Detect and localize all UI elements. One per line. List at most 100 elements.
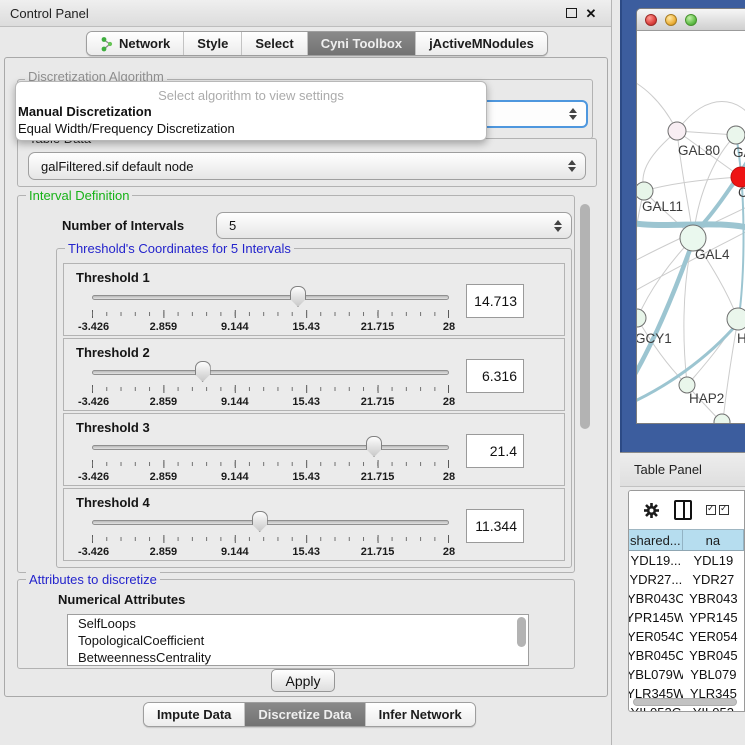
algorithm-dropdown-popup: Select algorithm to view settings Manual…	[15, 81, 487, 141]
slider-track[interactable]	[92, 370, 449, 375]
slider-handle[interactable]	[252, 511, 268, 532]
threshold-3-value-field[interactable]: 21.4	[466, 434, 524, 468]
attributes-groupbox: Attributes to discretize Numerical Attri…	[17, 579, 575, 669]
threshold-4-value-field[interactable]: 11.344	[466, 509, 524, 543]
node-gal80[interactable]	[668, 122, 686, 140]
close-window-icon[interactable]	[645, 14, 657, 26]
network-icon	[100, 36, 114, 52]
network-highlight-edges	[637, 135, 745, 403]
network-canvas[interactable]: GAL80 GA C GAL11 GAL4 GCY1 H HAP2	[637, 31, 745, 424]
slider-handle[interactable]	[290, 286, 306, 307]
column-header-shared-name[interactable]: shared...	[629, 530, 683, 550]
table-row[interactable]: YBR043C YBR043	[629, 589, 744, 608]
tab-discretize-data-label: Discretize Data	[258, 707, 351, 722]
list-vertical-scrollbar[interactable]	[517, 617, 526, 647]
tab-impute-data[interactable]: Impute Data	[144, 703, 245, 726]
columns-icon[interactable]	[674, 500, 692, 520]
slider-track[interactable]	[92, 295, 449, 300]
network-window-titlebar[interactable]	[637, 9, 745, 31]
table-row[interactable]: YBL079W YBL079	[629, 665, 744, 684]
threshold-4-panel: Threshold 4 -3.426 2.859 9.144 15.43 21.…	[63, 488, 565, 561]
zoom-window-icon[interactable]	[685, 14, 697, 26]
label-gcy1: GCY1	[637, 331, 672, 346]
popup-item-equal-width-frequency[interactable]: Equal Width/Frequency Discretization	[16, 120, 486, 137]
apply-button[interactable]: Apply	[271, 669, 335, 692]
tab-network[interactable]: Network	[87, 32, 184, 55]
tab-impute-data-label: Impute Data	[157, 707, 231, 722]
label-gal11: GAL11	[642, 199, 683, 214]
tab-discretize-data[interactable]: Discretize Data	[245, 703, 365, 726]
num-intervals-value: 5	[229, 218, 236, 233]
table-row[interactable]: YBR045C YBR045	[629, 646, 744, 665]
slider-handle[interactable]	[195, 361, 211, 382]
popup-placeholder: Select algorithm to view settings	[16, 82, 486, 103]
label-gal80: GAL80	[678, 143, 720, 158]
gear-icon[interactable]	[643, 502, 660, 519]
slider-track[interactable]	[92, 520, 449, 525]
list-item-topologicalcoefficient[interactable]: TopologicalCoefficient	[68, 632, 528, 649]
popup-item-manual-discretization[interactable]: Manual Discretization	[16, 103, 486, 120]
tab-jactivemnodules[interactable]: jActiveMNodules	[416, 32, 547, 55]
thresholds-groupbox: Threshold's Coordinates for 5 Intervals …	[56, 248, 572, 568]
node-ga[interactable]	[727, 126, 745, 144]
table-horizontal-scrollbar[interactable]	[633, 698, 737, 706]
numerical-attributes-title: Numerical Attributes	[58, 592, 185, 607]
main-vertical-scrollbar[interactable]	[580, 204, 590, 429]
checkbox-icon	[719, 505, 729, 515]
tab-style-label: Style	[197, 36, 228, 51]
network-view-frame: GAL80 GA C GAL11 GAL4 GCY1 H HAP2	[620, 0, 745, 452]
minimize-window-icon[interactable]	[665, 14, 677, 26]
network-window: GAL80 GA C GAL11 GAL4 GCY1 H HAP2	[636, 8, 745, 424]
threshold-2-value-field[interactable]: 6.316	[466, 359, 524, 393]
combo-arrows-icon	[568, 160, 576, 172]
threshold-4-slider[interactable]: -3.426 2.859 9.144 15.43 21.715 28	[92, 511, 449, 559]
app-screen: Control Panel ✕ Network Style Select Cyn…	[0, 0, 745, 745]
label-gal4: GAL4	[695, 247, 730, 262]
right-region: GAL80 GA C GAL11 GAL4 GCY1 H HAP2 Table …	[613, 0, 745, 745]
slider-minor-ticks	[92, 312, 449, 316]
control-panel: Control Panel ✕ Network Style Select Cyn…	[0, 0, 612, 745]
select-columns-icon[interactable]	[706, 505, 729, 515]
list-item-betweennesscentrality[interactable]: BetweennessCentrality	[68, 649, 528, 666]
list-item-selfloops[interactable]: SelfLoops	[68, 615, 528, 632]
threshold-4-label: Threshold 4	[76, 495, 150, 510]
control-panel-titlebar: Control Panel ✕	[0, 0, 611, 27]
slider-handle[interactable]	[366, 436, 382, 457]
tick-label: 2.859	[150, 471, 178, 483]
node-gcy1[interactable]	[637, 309, 646, 327]
tick-label: 15.43	[292, 546, 320, 558]
float-window-button[interactable]	[561, 4, 581, 22]
tick-label: 28	[443, 321, 455, 333]
threshold-3-slider[interactable]: -3.426 2.859 9.144 15.43 21.715 28	[92, 436, 449, 484]
tick-label: 21.715	[361, 396, 395, 408]
threshold-1-panel: Threshold 1 -3.426 2.859 9.144 15.43 21.…	[63, 263, 565, 336]
tab-cyni-toolbox-label: Cyni Toolbox	[321, 36, 402, 51]
tab-select[interactable]: Select	[242, 32, 307, 55]
tick-label: 2.859	[150, 321, 178, 333]
table-row[interactable]: YPR145W YPR145	[629, 608, 744, 627]
threshold-1-slider[interactable]: -3.426 2.859 9.144 15.43 21.715 28	[92, 286, 449, 334]
table-row[interactable]: YER054C YER054	[629, 627, 744, 646]
tab-cyni-toolbox[interactable]: Cyni Toolbox	[308, 32, 416, 55]
tab-style[interactable]: Style	[184, 32, 242, 55]
node-gal11[interactable]	[637, 182, 653, 200]
node-h[interactable]	[727, 308, 745, 330]
table-row[interactable]: YDR27... YDR27	[629, 570, 744, 589]
column-header-name[interactable]: na	[683, 530, 744, 550]
table-row[interactable]: YDL19... YDL19	[629, 551, 744, 570]
tick-label: 9.144	[221, 321, 249, 333]
threshold-2-slider[interactable]: -3.426 2.859 9.144 15.43 21.715 28	[92, 361, 449, 409]
control-panel-tabs: Network Style Select Cyni Toolbox jActiv…	[86, 31, 548, 56]
table-toolbar	[629, 491, 744, 529]
node-bottom-partial[interactable]	[714, 414, 730, 424]
num-intervals-combobox[interactable]: 5	[216, 212, 572, 239]
table-data-combobox[interactable]: galFiltered.sif default node	[28, 152, 586, 180]
close-panel-button[interactable]: ✕	[581, 4, 601, 22]
cyni-mode-tabs: Impute Data Discretize Data Infer Networ…	[143, 702, 476, 727]
combo-arrows-icon	[569, 108, 577, 120]
tab-infer-network[interactable]: Infer Network	[366, 703, 475, 726]
slider-track[interactable]	[92, 445, 449, 450]
tick-label: -3.426	[78, 321, 109, 333]
table-panel-title: Table Panel	[634, 462, 702, 477]
threshold-1-value-field[interactable]: 14.713	[466, 284, 524, 318]
